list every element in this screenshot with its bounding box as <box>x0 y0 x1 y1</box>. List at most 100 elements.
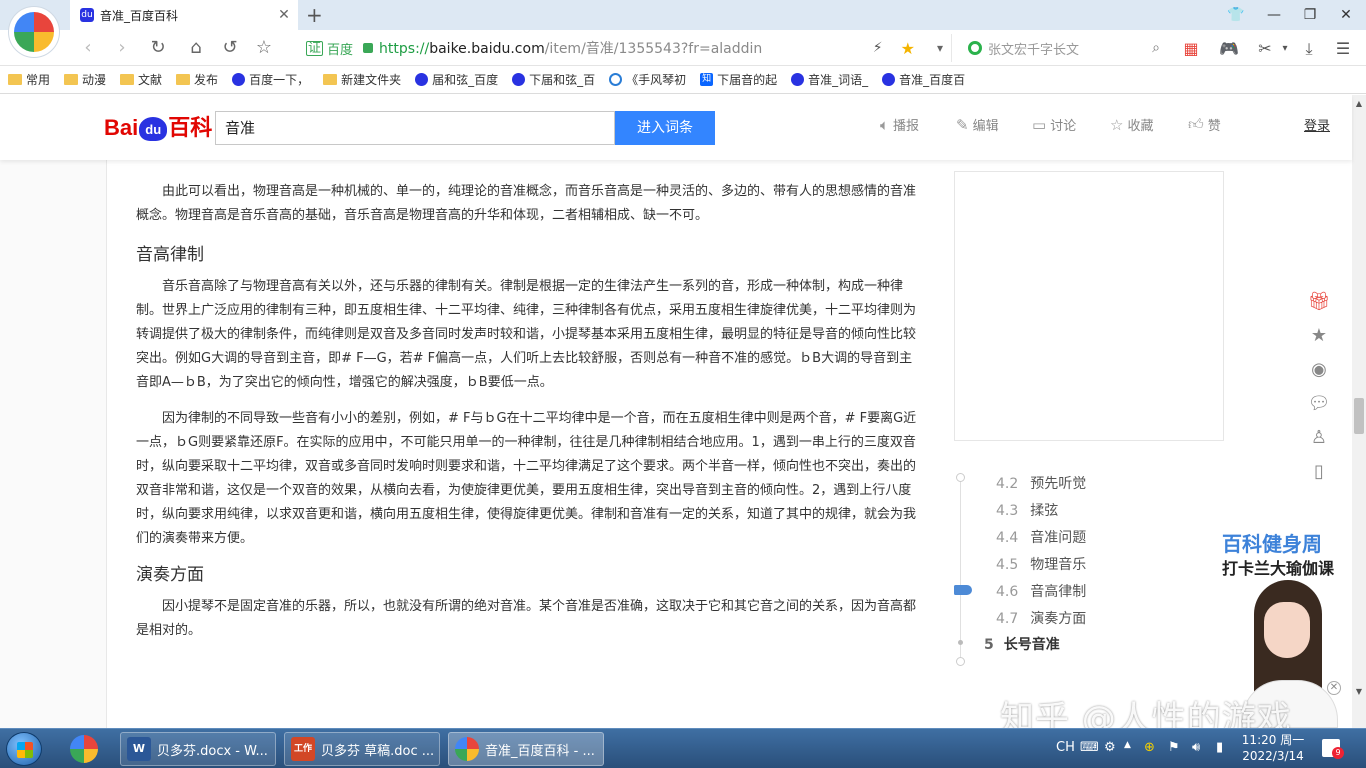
toc-item[interactable]: 4.5 物理音乐 <box>996 554 1086 574</box>
clock-time: 11:20 周一 <box>1241 733 1305 747</box>
windows-logo-icon <box>17 742 33 758</box>
article-paragraph: 因小提琴不是固定音准的乐器，所以，也就没有所谓的绝对音准。某个音准是否准确，这取… <box>136 599 917 638</box>
apps-grid-icon[interactable]: ▦ <box>1180 38 1202 60</box>
pinned-browser[interactable] <box>64 733 104 765</box>
promo-close-icon[interactable]: ✕ <box>1327 681 1341 695</box>
maximize-button[interactable]: ❐ <box>1296 4 1324 26</box>
task-draft-doc[interactable]: 工作 贝多芬 草稿.doc ... <box>284 732 440 766</box>
scissors-menu-icon[interactable]: ▾ <box>1274 38 1296 60</box>
clock[interactable]: 11:20 周一 2022/3/14 <box>1238 732 1308 764</box>
like-button[interactable]: 👍︎ 赞 <box>1188 115 1221 134</box>
home-icon[interactable]: ⌂ <box>184 36 208 60</box>
bookmark-item[interactable]: 文献 <box>120 71 162 88</box>
toc-item[interactable]: 4.2 预先听觉 <box>996 473 1086 493</box>
back-icon[interactable]: ‹ <box>76 36 100 60</box>
bookmarks-bar: 常用 动漫 文献 发布 百度一下， 新建文件夹 届和弦_百度 下届和弦_百 《手… <box>0 66 1366 94</box>
forward-icon[interactable]: › <box>110 36 134 60</box>
page-scrollbar[interactable]: ▲ ▼ <box>1352 95 1366 728</box>
bookmark-label: 百度一下， <box>249 73 310 87</box>
toc-number: 4.4 <box>996 530 1019 546</box>
login-link[interactable]: 登录 <box>1304 115 1330 134</box>
search-icon[interactable]: ⌕ <box>1152 40 1160 56</box>
collect-button[interactable]: ☆ 收藏 <box>1110 115 1153 135</box>
section-heading-play: 演奏方面 <box>136 565 204 585</box>
scissors-icon[interactable]: ✂ <box>1254 38 1276 60</box>
circle-icon <box>609 73 623 86</box>
toc-item-main[interactable]: 5 长号音准 <box>984 634 1060 654</box>
bookmark-star-icon[interactable]: ★ <box>901 39 915 58</box>
bookmark-item[interactable]: 下届和弦_百 <box>512 71 595 88</box>
pencil-icon: ✎ <box>956 115 969 134</box>
show-hidden-icon[interactable]: ▲ <box>1124 740 1131 750</box>
task-browser[interactable]: 音准_百度百科 - ... <box>448 732 604 766</box>
scroll-down-icon[interactable]: ▼ <box>1354 687 1364 696</box>
promo-title[interactable]: 百科健身周 <box>1222 528 1322 557</box>
bookmark-item[interactable]: 新建文件夹 <box>323 71 401 88</box>
toc-item-current[interactable]: 4.6 音高律制 <box>996 581 1086 601</box>
enter-entry-button[interactable]: 进入词条 <box>615 111 715 145</box>
scroll-up-icon[interactable]: ▲ <box>1354 99 1364 108</box>
bookmark-item[interactable]: 音准_百度百 <box>882 71 965 88</box>
wechat-icon[interactable]: 💬︎ <box>1304 387 1334 421</box>
toc-item[interactable]: 4.4 音准问题 <box>996 527 1086 547</box>
bookmark-item[interactable]: 届和弦_百度 <box>415 71 498 88</box>
reload-icon[interactable]: ↻ <box>146 36 170 60</box>
game-icon[interactable]: 🎮 <box>1218 38 1240 60</box>
task-word-doc[interactable]: W 贝多芬.docx - W... <box>120 732 276 766</box>
bookmark-item[interactable]: 《手风琴初 <box>609 71 686 88</box>
tab-close-icon[interactable]: ✕ <box>276 7 292 23</box>
skin-icon[interactable]: 👕 <box>1222 4 1250 26</box>
signal-icon[interactable]: ▮ <box>1216 740 1223 755</box>
ime-indicator[interactable]: CH <box>1056 740 1075 755</box>
baidu-favicon-icon: du <box>80 8 94 22</box>
url-text[interactable]: https://baike.baidu.com/item/音准/1355543?… <box>379 38 873 58</box>
bookmark-item[interactable]: 动漫 <box>64 71 106 88</box>
mobile-icon[interactable]: ▯ <box>1304 455 1334 489</box>
chevron-down-icon[interactable]: ▾ <box>937 41 943 55</box>
undo-close-icon[interactable]: ↺ <box>218 36 242 60</box>
speed-mode-icon[interactable]: ⚡ <box>873 40 883 56</box>
bookmark-item[interactable]: 常用 <box>8 71 50 88</box>
settings-icon[interactable]: ⚙ <box>1104 740 1116 755</box>
add-icon[interactable]: ⊕ <box>1144 740 1155 755</box>
minimize-button[interactable]: — <box>1260 4 1288 26</box>
start-button[interactable] <box>6 732 42 766</box>
browser-icon <box>455 737 479 761</box>
toc-label: 揉弦 <box>1030 503 1059 519</box>
network-tray-icon[interactable]: ⚑ <box>1168 740 1180 755</box>
address-bar[interactable]: 证 百度 https://baike.baidu.com/item/音准/135… <box>296 34 952 62</box>
scroll-thumb[interactable] <box>1354 398 1364 434</box>
notification-icon[interactable]: 9 <box>1322 739 1344 759</box>
bookmark-item[interactable]: 音准_词语_ <box>791 71 868 88</box>
baike-search-input[interactable]: 音准 <box>215 111 615 145</box>
edit-button[interactable]: ✎ 编辑 <box>956 115 999 135</box>
weibo-icon[interactable]: ◉ <box>1304 353 1334 387</box>
new-tab-button[interactable]: + <box>306 3 323 27</box>
promo-subtitle[interactable]: 打卡兰大瑜伽课 <box>1222 555 1334 579</box>
address-toolbar: ‹ › ↻ ⌂ ↺ ☆ 证 百度 https://baike.baidu.com… <box>0 30 1366 66</box>
search-box[interactable]: 张文宏千字长文 ⌕ <box>960 34 1166 62</box>
bookmark-item[interactable]: 发布 <box>176 71 218 88</box>
close-window-button[interactable]: ✕ <box>1332 4 1360 26</box>
tab-active[interactable]: du 音准_百度百科 ✕ <box>70 0 298 30</box>
broadcast-button[interactable]: 🔈︎ 播报 <box>880 115 919 135</box>
search-input[interactable]: 张文宏千字长文 <box>988 39 1152 58</box>
qq-icon[interactable]: ♙ <box>1304 421 1334 455</box>
gift-icon[interactable]: 🎁︎ <box>1304 285 1334 319</box>
volume-icon[interactable]: 🔊︎ <box>1192 740 1200 755</box>
browser-tab-bar: du 音准_百度百科 ✕ + 👕 — ❐ ✕ <box>0 0 1366 30</box>
discuss-button[interactable]: ▭ 讨论 <box>1032 115 1076 135</box>
toc-item[interactable]: 4.3 揉弦 <box>996 500 1058 520</box>
section-heading-pitch: 音高律制 <box>136 245 204 265</box>
star-icon[interactable]: ★ <box>1304 319 1334 353</box>
bookmark-item[interactable]: 百度一下， <box>232 71 309 88</box>
baike-logo[interactable]: Bai du 百科 <box>104 110 212 142</box>
keyboard-icon[interactable]: ⌨ <box>1080 740 1099 755</box>
toc-item[interactable]: 4.7 演奏方面 <box>996 608 1086 628</box>
favorites-icon[interactable]: ☆ <box>252 36 276 60</box>
download-icon[interactable]: ⤓ <box>1298 38 1320 60</box>
menu-icon[interactable]: ☰ <box>1332 38 1354 60</box>
bookmark-item[interactable]: 知下届音的起 <box>700 71 777 88</box>
toc-label: 预先听觉 <box>1030 476 1087 492</box>
browser-logo[interactable] <box>8 6 60 58</box>
